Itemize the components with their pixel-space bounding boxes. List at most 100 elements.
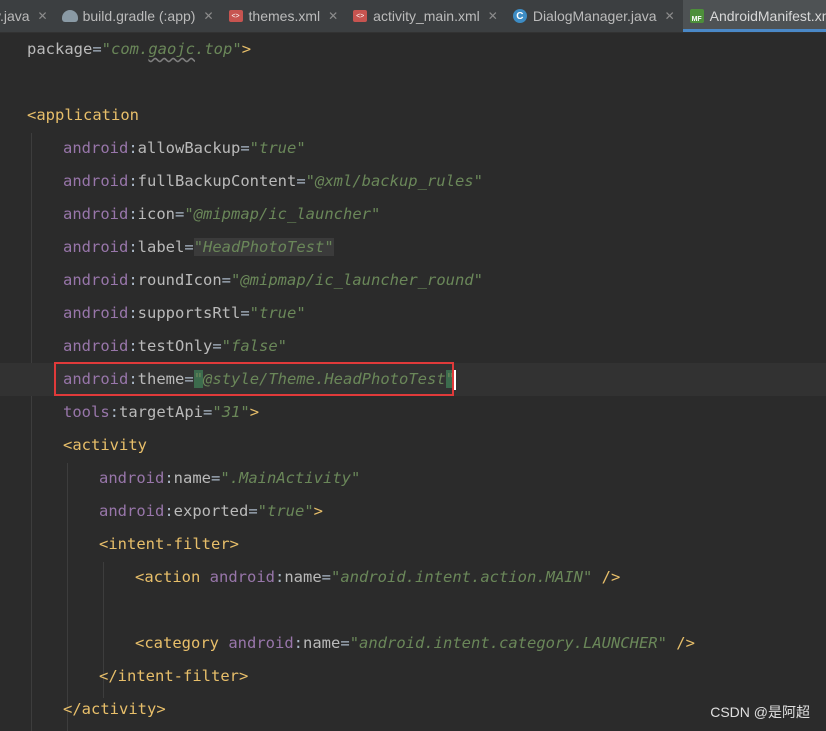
tag-bracket: > [229,535,239,553]
code-line: android:name=".MainActivity" [99,469,361,487]
namespace: android [99,469,165,487]
attr-value: "31" [212,403,250,421]
code-line: <activity [63,429,826,462]
matched-quote: " [193,370,204,388]
editor-tab-bar: y.java build.gradle (:app) <> themes.xml… [0,0,826,33]
attr-name: theme [137,370,185,388]
tag-bracket: /> [666,634,695,652]
attr-value: "true" [249,304,306,322]
close-icon[interactable] [203,9,213,23]
code-line: tools:targetApi="31"> [63,403,260,421]
tag-open: <action [135,568,201,586]
code-line: android:supportsRtl="true" [63,304,306,322]
tag-bracket: > [241,40,252,58]
attr-value: ".MainActivity" [220,469,361,487]
close-icon[interactable] [665,9,675,23]
namespace: android [63,304,129,322]
close-icon[interactable] [488,9,498,23]
tab-label: activity_main.xml [373,8,480,24]
tab-androidmanifest-xml[interactable]: MF AndroidManifest.xml [682,0,826,32]
tab-activity-main-xml[interactable]: <> activity_main.xml [346,0,506,32]
attr-name: label [137,238,185,256]
watermark: CSDN @是阿超 [710,704,810,720]
tab-build-gradle[interactable]: build.gradle (:app) [56,0,222,32]
attr-name: name [284,568,322,586]
tab-label: y.java [0,8,30,24]
gradle-icon [61,8,78,24]
code-line: <application [27,99,826,132]
attr-value: "true" [249,139,306,157]
attr-name: targetApi [119,403,204,421]
code-line: <intent-filter> [99,528,826,561]
attr-name: supportsRtl [137,304,241,322]
code-editor[interactable]: package="com.gaojc.top"> <application an… [0,33,826,731]
attr-value: "@mipmap/ic_launcher" [184,205,381,223]
code-line: </intent-filter> [99,660,826,693]
namespace: android [63,337,129,355]
tag-close: </activity> [63,700,166,718]
attr-value: "HeadPhotoTest" [193,238,334,256]
code-line: android:exported="true"> [99,502,324,520]
namespace: android [209,568,275,586]
indent-guide [31,133,32,731]
attr-name: fullBackupContent [137,172,297,190]
attr-name: package [27,40,93,58]
tag-bracket: > [249,403,260,421]
namespace: android [63,172,129,190]
namespace: android [63,139,129,157]
tab-y-java[interactable]: y.java [0,0,56,32]
tab-themes-xml[interactable]: <> themes.xml [222,0,347,32]
manifest-file-icon: MF [689,8,705,24]
tab-label: build.gradle (:app) [82,8,196,24]
attr-value: "false" [221,337,287,355]
tag-open: <category [135,634,219,652]
code-line: android:allowBackup="true" [63,139,306,157]
namespace: tools [63,403,110,421]
namespace: android [63,238,129,256]
attr-value: @style/Theme.HeadPhotoTest [203,370,446,388]
xml-file-icon: <> [228,8,244,24]
attr-name: testOnly [137,337,213,355]
code-line: <category android:name="android.intent.c… [135,634,695,652]
close-icon[interactable] [38,9,48,23]
namespace: android [99,502,165,520]
code-line: android:label="HeadPhotoTest" [63,238,334,256]
tag-open: <activity [63,436,147,454]
tab-label: themes.xml [248,8,321,24]
code-line: android:testOnly="false" [63,337,287,355]
tab-label: AndroidManifest.xml [709,8,826,24]
tag-open: <application [27,106,139,124]
tag-bracket: > [313,502,324,520]
attr-name: roundIcon [137,271,222,289]
namespace: android [228,634,294,652]
namespace: android [63,205,129,223]
code-line: android:fullBackupContent="@xml/backup_r… [63,172,483,190]
namespace: android [63,271,129,289]
code-line: android:roundIcon="@mipmap/ic_launcher_r… [63,271,483,289]
xml-file-icon: <> [352,8,368,24]
tab-label: DialogManager.java [532,8,657,24]
code-line: <action android:name="android.intent.act… [135,568,621,586]
attr-name: name [173,469,211,487]
attr-name: name [303,634,341,652]
indent-guide [67,463,68,731]
tag-bracket: /> [592,568,621,586]
attr-value: "true" [257,502,314,520]
close-icon[interactable] [328,9,338,23]
text-caret [454,369,457,390]
namespace: android [63,370,129,388]
attr-value: "@mipmap/ic_launcher_round" [231,271,483,289]
tag-close: </intent-filter> [99,667,249,685]
tab-dialogmanager-java[interactable]: C DialogManager.java [506,0,683,32]
attr-value: "@xml/backup_rules" [305,172,483,190]
tag-open: <intent-filter [99,535,230,553]
java-class-icon: C [512,8,528,24]
attr-name: allowBackup [137,139,241,157]
attr-value: "com.gaojc.top" [101,40,242,58]
attr-name: icon [137,205,175,223]
attr-value: "android.intent.category.LAUNCHER" [349,634,667,652]
attr-name: exported [173,502,249,520]
code-line: package="com.gaojc.top"> [27,33,826,66]
typo-squiggle: gaojc [148,40,196,58]
code-line-current: android:theme="@style/Theme.HeadPhotoTes… [0,363,826,396]
